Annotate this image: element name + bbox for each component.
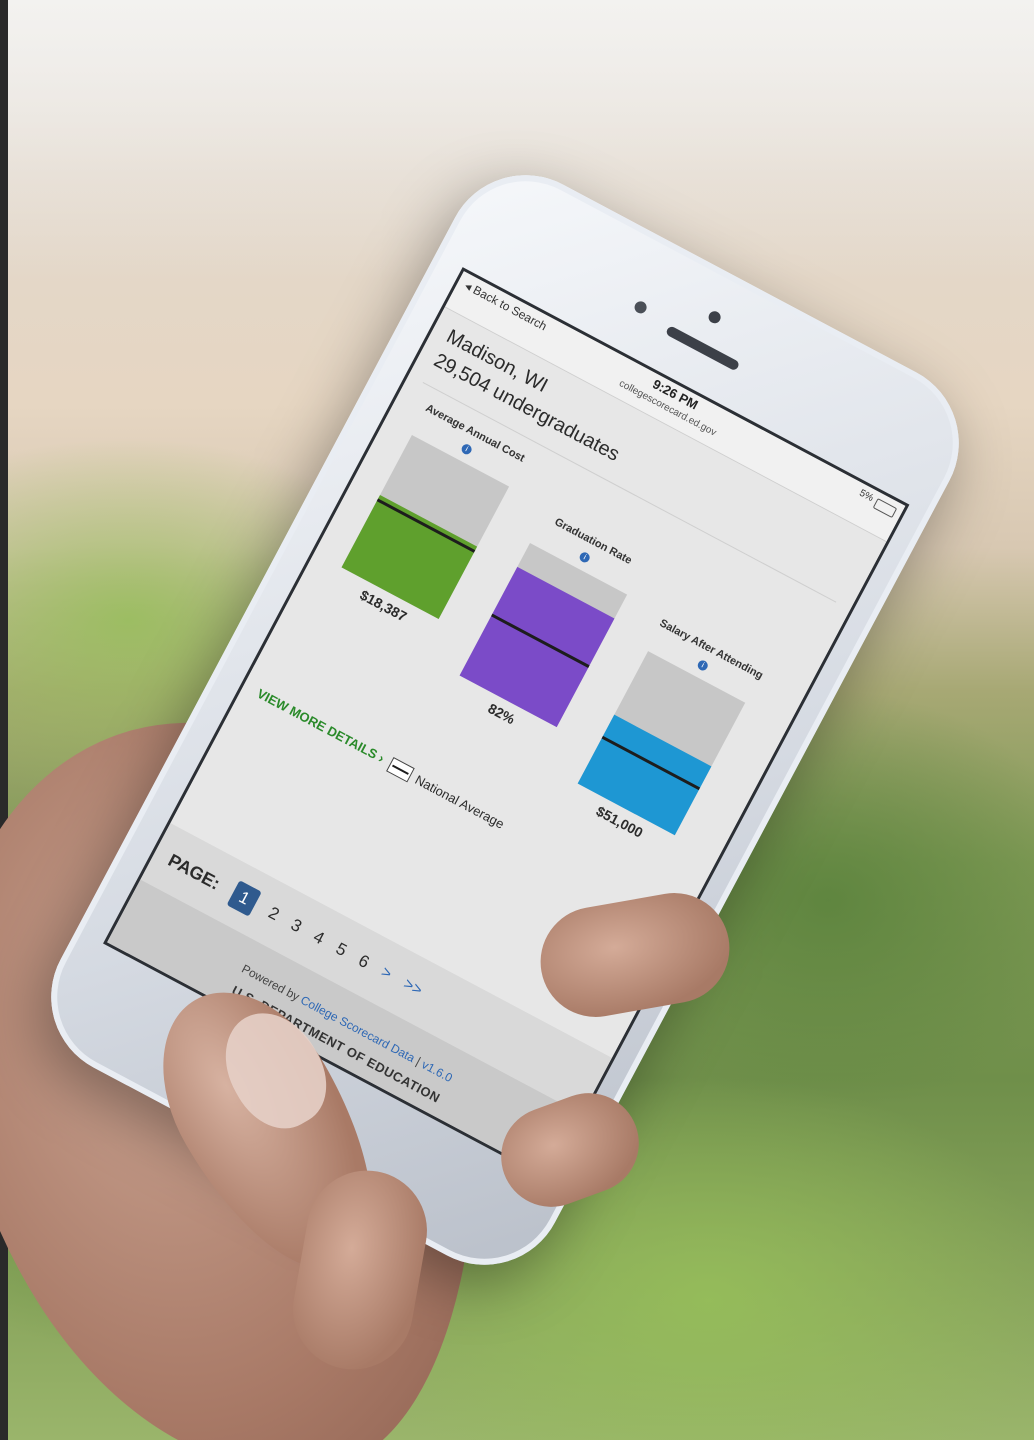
page-5-button[interactable]: 5 bbox=[332, 939, 350, 961]
national-average-swatch bbox=[386, 757, 415, 783]
photo-scene: ◂ Back to Search 9:26 PM collegescorecar… bbox=[0, 0, 1034, 1440]
page-4-button[interactable]: 4 bbox=[310, 927, 327, 949]
info-icon[interactable]: i bbox=[577, 550, 592, 565]
page-2-button[interactable]: 2 bbox=[265, 903, 282, 925]
battery-icon bbox=[872, 498, 898, 519]
pager-label: PAGE: bbox=[165, 849, 224, 894]
chart-legend: National Average bbox=[386, 757, 507, 832]
battery-percent: 5% bbox=[857, 487, 876, 505]
proximity-sensor-icon bbox=[632, 299, 649, 316]
page-3-button[interactable]: 3 bbox=[287, 915, 305, 937]
last-page-button[interactable]: >> bbox=[400, 976, 425, 1001]
next-page-button[interactable]: > bbox=[378, 964, 394, 984]
page-1-button[interactable]: 1 bbox=[226, 880, 262, 917]
front-camera-icon bbox=[706, 309, 723, 326]
page-6-button[interactable]: 6 bbox=[355, 951, 372, 973]
info-icon[interactable]: i bbox=[695, 658, 710, 673]
legend-label: National Average bbox=[412, 771, 508, 832]
metrics-chart: Average Annual Cost i $18,387 Graduation… bbox=[247, 395, 829, 933]
info-icon[interactable]: i bbox=[459, 442, 474, 457]
earpiece-speaker bbox=[664, 325, 741, 372]
